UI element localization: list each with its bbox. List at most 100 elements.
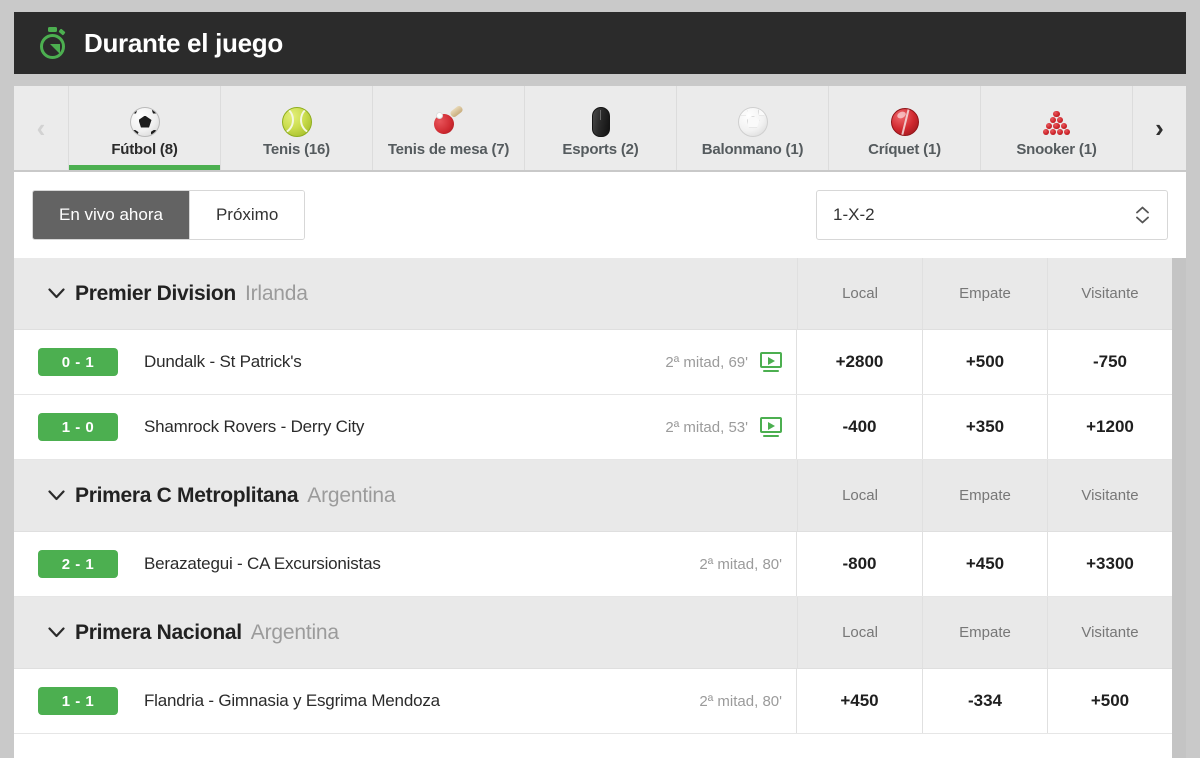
- match-clock: 2ª mitad, 80': [699, 692, 782, 710]
- cricket-ball-icon: [890, 107, 919, 136]
- team-names: Flandria - Gimnasia y Esgrima Mendoza: [144, 691, 440, 710]
- match-info[interactable]: 1 - 0 Shamrock Rovers - Derry City 2ª mita…: [14, 395, 797, 459]
- league-name: Premier Division: [75, 281, 236, 305]
- match-row[interactable]: 2 - 1 Berazategui - CA Excursionistas 2ª m…: [14, 532, 1172, 597]
- odds-column-header: Local: [797, 460, 922, 531]
- sport-tab-label: Balonmano (1): [701, 140, 804, 158]
- match-info[interactable]: 2 - 1 Berazategui - CA Excursionistas 2ª m…: [14, 532, 797, 596]
- match-status: 2ª mitad, 69': [665, 352, 782, 372]
- market-select-value: 1-X-2: [833, 205, 875, 224]
- odds-column-headers: Local Empate Visitante: [797, 258, 1172, 329]
- events-list: Premier Division Irlanda Local Empate Visita…: [14, 258, 1172, 734]
- handball-icon: [737, 106, 768, 137]
- match-clock: 2ª mitad, 69': [665, 353, 748, 371]
- match-clock: 2ª mitad, 53': [665, 418, 748, 436]
- chevron-updown-icon: [1136, 206, 1149, 224]
- soccer-ball-icon: [129, 106, 160, 137]
- page-header: Durante el juego: [14, 12, 1186, 74]
- match-info[interactable]: 1 - 1 Flandria - Gimnasia y Esgrima Mendo…: [14, 669, 797, 733]
- odds-button[interactable]: +1200: [1047, 395, 1172, 459]
- sport-tab-3[interactable]: Esports (2): [524, 86, 676, 170]
- league-country: Irlanda: [244, 281, 308, 305]
- score-badge: 0 - 1: [38, 348, 118, 376]
- stopwatch-icon: [38, 27, 68, 59]
- events-list-container: Premier Division Irlanda Local Empate Visita…: [14, 258, 1186, 758]
- snooker-balls-icon: [1040, 108, 1074, 136]
- odds-button[interactable]: -750: [1047, 330, 1172, 394]
- sport-tab-label: Fútbol (8): [111, 140, 178, 158]
- odds-button[interactable]: +450: [797, 669, 922, 733]
- team-names: Berazategui - CA Excursionistas: [144, 554, 381, 573]
- live-stream-icon[interactable]: [760, 417, 782, 437]
- odds-button[interactable]: +3300: [1047, 532, 1172, 596]
- team-names: Dundalk - St Patrick's: [144, 352, 302, 371]
- odds-column-header: Local: [797, 258, 922, 329]
- sport-tab-label: Esports (2): [562, 140, 639, 158]
- sport-tab-6[interactable]: Snooker (1): [980, 86, 1132, 170]
- odds-button[interactable]: +2800: [797, 330, 922, 394]
- odds-column-headers: Local Empate Visitante: [797, 460, 1172, 531]
- odds-column-header: Empate: [922, 460, 1047, 531]
- odds-column-header: Visitante: [1047, 258, 1172, 329]
- league-header[interactable]: Primera C Metroplitana Argentina Local Empa…: [14, 460, 1172, 532]
- team-names: Shamrock Rovers - Derry City: [144, 417, 365, 436]
- sport-tab-0[interactable]: Fútbol (8): [68, 86, 220, 170]
- match-row[interactable]: 1 - 0 Shamrock Rovers - Derry City 2ª mita…: [14, 395, 1172, 460]
- league-header[interactable]: Primera Nacional Argentina Local Empate Visi…: [14, 597, 1172, 669]
- vertical-scrollbar[interactable]: [1172, 258, 1186, 758]
- odds-button[interactable]: +500: [922, 330, 1047, 394]
- chevron-down-icon[interactable]: [48, 288, 65, 299]
- filter-segment-0[interactable]: En vivo ahora: [33, 191, 189, 239]
- odds-button[interactable]: -800: [797, 532, 922, 596]
- odds-button[interactable]: +350: [922, 395, 1047, 459]
- sport-tab-4[interactable]: Balonmano (1): [676, 86, 828, 170]
- odds-button[interactable]: +450: [922, 532, 1047, 596]
- match-row[interactable]: 0 - 1 Dundalk - St Patrick's 2ª mitad, 69'…: [14, 330, 1172, 395]
- sport-tab-label: Tenis de mesa (7): [387, 140, 510, 158]
- page-title: Durante el juego: [84, 27, 283, 58]
- chevron-down-icon[interactable]: [48, 490, 65, 501]
- tabs-next-arrow-icon[interactable]: ›: [1132, 86, 1186, 170]
- odds-column-header: Visitante: [1047, 597, 1172, 668]
- odds-column-headers: Local Empate Visitante: [797, 597, 1172, 668]
- odds-column-header: Local: [797, 597, 922, 668]
- tabs-prev-arrow-icon[interactable]: ‹: [14, 86, 68, 170]
- match-status: 2ª mitad, 53': [665, 417, 782, 437]
- odds-column-header: Empate: [922, 258, 1047, 329]
- match-info[interactable]: 0 - 1 Dundalk - St Patrick's 2ª mitad, 69': [14, 330, 797, 394]
- odds-button[interactable]: +500: [1047, 669, 1172, 733]
- league-header[interactable]: Premier Division Irlanda Local Empate Visita…: [14, 258, 1172, 330]
- odds-button[interactable]: -400: [797, 395, 922, 459]
- match-status: 2ª mitad, 80': [699, 693, 782, 710]
- live-stream-icon[interactable]: [760, 352, 782, 372]
- sport-tab-label: Snooker (1): [1016, 140, 1097, 158]
- score-badge: 1 - 1: [38, 687, 118, 715]
- league-name: Primera C Metroplitana: [75, 483, 299, 507]
- match-status: 2ª mitad, 80': [699, 556, 782, 573]
- sport-tab-5[interactable]: Críquet (1): [828, 86, 980, 170]
- odds-group: -800 +450 +3300: [797, 532, 1172, 596]
- match-clock: 2ª mitad, 80': [699, 555, 782, 573]
- odds-group: +450 -334 +500: [797, 669, 1172, 733]
- sport-tabs-bar: ‹ Fútbol (8) Tenis (16) Tenis de mesa (7) E…: [14, 86, 1186, 170]
- chevron-down-icon[interactable]: [48, 627, 65, 638]
- sport-tab-label: Tenis (16): [263, 140, 330, 158]
- sport-tab-label: Críquet (1): [868, 140, 941, 158]
- sport-tab-1[interactable]: Tenis (16): [220, 86, 372, 170]
- table-tennis-paddle-icon: [430, 104, 465, 137]
- league-name: Primera Nacional: [75, 620, 242, 644]
- odds-button[interactable]: -334: [922, 669, 1047, 733]
- score-badge: 1 - 0: [38, 413, 118, 441]
- league-country: Argentina: [250, 620, 339, 644]
- league-country: Argentina: [307, 483, 396, 507]
- live-upcoming-toggle: En vivo ahora Próximo: [32, 190, 306, 240]
- sport-tabs-list: Fútbol (8) Tenis (16) Tenis de mesa (7) Esp…: [68, 86, 1132, 170]
- odds-column-header: Empate: [922, 597, 1047, 668]
- market-select[interactable]: 1-X-2: [816, 190, 1168, 240]
- match-row[interactable]: 1 - 1 Flandria - Gimnasia y Esgrima Mendo…: [14, 669, 1172, 734]
- live-betting-page: Durante el juego ‹ Fútbol (8) Tenis (16) T…: [0, 0, 1200, 758]
- odds-column-header: Visitante: [1047, 460, 1172, 531]
- sport-tab-2[interactable]: Tenis de mesa (7): [372, 86, 524, 170]
- filter-bar: En vivo ahora Próximo 1-X-2: [14, 172, 1186, 258]
- filter-segment-1[interactable]: Próximo: [188, 191, 305, 239]
